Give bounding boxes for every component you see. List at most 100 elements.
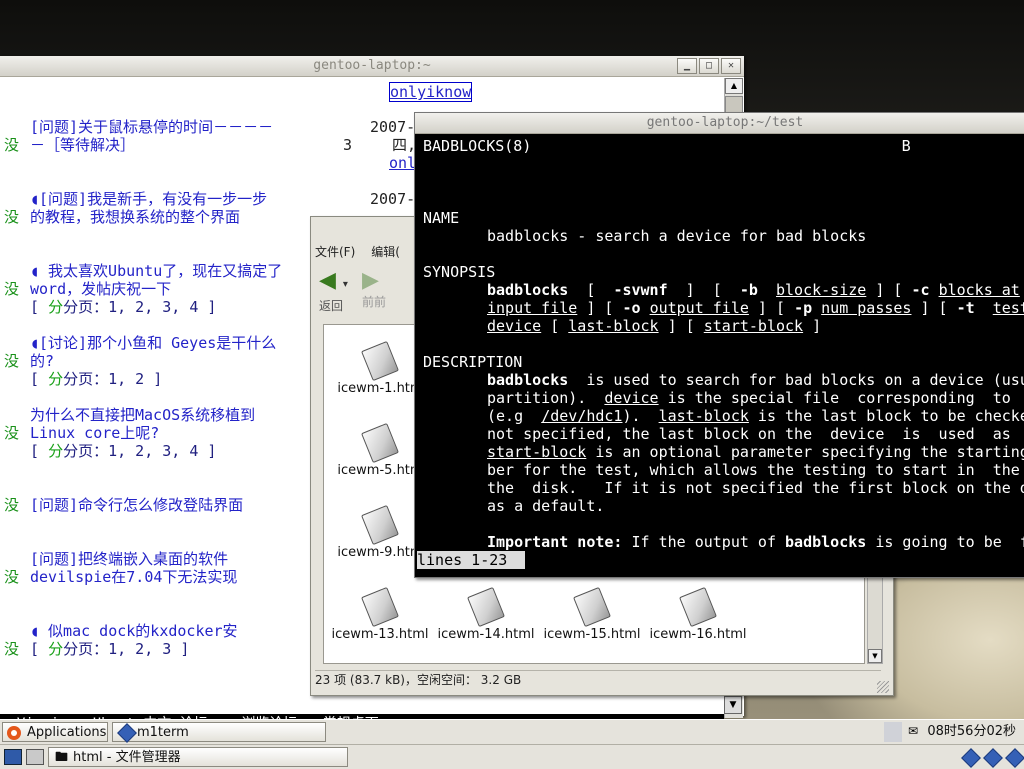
topic-title-line2[interactable]: Linux core上呢? (30, 424, 159, 442)
description-line: start-block is an optional parameter spe… (487, 443, 1024, 461)
menu-file[interactable]: 文件(F) (315, 243, 355, 261)
synopsis-line: device [ last-block ] [ start-block ] (487, 317, 822, 335)
w3m-window-title: gentoo-laptop:~ (313, 58, 431, 73)
topic-title-line2[interactable]: devilspie在7.04下无法实现 (30, 568, 237, 586)
taskbar-item-file-manager[interactable]: 🖿 html - 文件管理器 (48, 747, 348, 767)
show-desktop-icon[interactable] (4, 749, 22, 765)
terminal-app-icon (117, 723, 137, 743)
close-button[interactable]: ✕ (721, 58, 741, 74)
toolbar: ◀ ▾ 返回 ▶ 前前 (319, 269, 386, 314)
html-file-icon (361, 422, 399, 464)
terminal-titlebar[interactable]: gentoo-laptop:~/test (415, 113, 1024, 134)
file-name: icewm-14.html (437, 627, 535, 642)
file-name: icewm-1.htm (337, 381, 423, 396)
html-file-icon (467, 586, 505, 628)
workspace-switcher-icon[interactable] (26, 749, 44, 765)
tray-blank-icon (884, 722, 902, 742)
no-new-posts-marker: 没 (4, 568, 20, 586)
no-new-posts-marker: 没 (4, 424, 20, 442)
scroll-down-arrow-icon[interactable]: ▼ (868, 649, 882, 663)
back-button[interactable]: ◀ ▾ 返回 (319, 269, 348, 314)
description-line: ber for the test, which allows the testi… (487, 461, 1020, 479)
html-file-icon (361, 504, 399, 546)
menu-edit[interactable]: 编辑( (371, 243, 400, 261)
no-new-posts-marker: 没 (4, 208, 20, 226)
forward-label: 前前 (361, 295, 386, 309)
description-line: the disk. If it is not specified the fir… (487, 479, 1024, 497)
file-manager-app-icon: 🖿 (55, 750, 69, 765)
file-item[interactable]: icewm-16.html (646, 586, 750, 642)
topic-title-line2[interactable]: word，发帖庆祝一下 (30, 280, 171, 298)
description-line: not specified, the last block on the dev… (487, 425, 1011, 443)
synopsis-line: input file ] [ -o output file ] [ -p num… (487, 299, 1024, 317)
forward-arrow-icon: ▶ (361, 268, 379, 293)
post-date: 2007- (370, 190, 416, 208)
description-line: as a default. (487, 497, 605, 515)
scroll-down-arrow-icon[interactable]: ▼ (724, 696, 742, 714)
topic-title-line1[interactable]: [问题]把终端嵌入桌面的软件 (30, 550, 228, 568)
forward-button[interactable]: ▶ 前前 (362, 269, 386, 314)
workspace-3-icon[interactable] (1005, 748, 1024, 768)
reply-count: 3 (343, 136, 353, 154)
menu-bar: 文件(F) 编辑( (315, 243, 400, 261)
no-new-posts-marker: 没 (4, 136, 20, 154)
terminal-window-title: gentoo-laptop:~/test (646, 115, 804, 130)
no-new-posts-marker: 没 (4, 352, 20, 370)
html-file-icon (679, 586, 717, 628)
topic-title-line1[interactable]: 为什么不直接把MacOS系统移植到 (30, 406, 255, 424)
back-arrow-icon: ◀ ▾ (319, 268, 348, 293)
no-new-posts-marker: 没 (4, 496, 20, 514)
pager-status: lines 1-23 (417, 551, 526, 569)
topic-title-line1[interactable]: ◖ 似mac dock的kxdocker安 (30, 622, 238, 640)
topic-title-line1[interactable]: ◖[问题]我是新手，有没有一步一步 (30, 190, 267, 208)
description-line: badblocks is used to search for bad bloc… (487, 371, 1024, 389)
html-file-icon (573, 586, 611, 628)
topic-title-line1[interactable]: [问题]命令行怎么修改登陆界面 (30, 496, 243, 514)
no-new-posts-marker: 没 (4, 280, 20, 298)
file-name: icewm-15.html (543, 627, 641, 642)
workspace-1-icon[interactable] (961, 748, 981, 768)
file-item[interactable]: icewm-14.html (434, 586, 538, 642)
topic-title-line2[interactable]: －［等待解决］ (30, 136, 135, 154)
pagination: [ 分分页：1, 2, 3 ] (30, 640, 190, 658)
taskbar-top: Applications m1term ✉ 08时56分02秒 (0, 719, 1024, 744)
minimize-button[interactable]: ▁ (677, 58, 697, 74)
scroll-up-arrow-icon[interactable]: ▲ (725, 78, 743, 94)
mail-icon[interactable]: ✉ (908, 724, 918, 738)
back-label: 返回 (319, 299, 344, 313)
pagination: [ 分分页：1, 2, 3, 4 ] (30, 442, 217, 460)
pagination: [ 分分页：1, 2 ] (30, 370, 163, 388)
file-name: icewm-16.html (649, 627, 747, 642)
w3m-titlebar[interactable]: gentoo-laptop:~ ▁ □ ✕ (0, 56, 744, 77)
user-link[interactable]: onlyiknow (389, 82, 473, 102)
file-item[interactable]: icewm-15.html (540, 586, 644, 642)
status-bar: 23 项 (83.7 kB)，空闲空间： 3.2 GB (315, 670, 881, 689)
synopsis-line: badblocks [ -svwnf ] [ -b block-size ] [… (487, 281, 1020, 299)
no-new-posts-marker: 没 (4, 640, 20, 658)
terminal-window[interactable]: gentoo-laptop:~/test BADBLOCKS(8) B NAME… (414, 112, 1024, 578)
file-item[interactable]: icewm-13.html (328, 586, 432, 642)
topic-title-line1[interactable]: [问题]关于鼠标悬停的时间－－－－ (30, 118, 273, 136)
section-synopsis-heading: SYNOPSIS (423, 263, 496, 281)
section-name-heading: NAME (423, 209, 460, 227)
last-poster-link[interactable]: onl (389, 154, 416, 172)
topic-title-line1[interactable]: ◖ 我太喜欢Ubuntu了，现在又搞定了 (30, 262, 282, 280)
man-header: BADBLOCKS(8) B (423, 137, 911, 155)
maximize-button[interactable]: □ (699, 58, 719, 74)
post-weekday: 四, (392, 136, 417, 154)
resize-grip-icon[interactable] (877, 681, 889, 693)
description-line: (e.g /dev/hdc1). last-block is the last … (487, 407, 1024, 425)
topic-title-line2[interactable]: 的教程，我想换系统的整个界面 (30, 208, 240, 226)
clock[interactable]: 08时56分02秒 (927, 722, 1016, 742)
taskbar-item-m1term[interactable]: m1term (112, 722, 326, 743)
man-page-content: BADBLOCKS(8) B NAME badblocks - search a… (417, 137, 1024, 577)
topic-title-line1[interactable]: ◖[讨论]那个小鱼和 Geyes是干什么 (30, 334, 276, 352)
ubuntu-logo-icon (7, 726, 21, 740)
workspace-2-icon[interactable] (983, 748, 1003, 768)
name-description: badblocks - search a device for bad bloc… (487, 227, 867, 245)
post-date: 2007- (370, 118, 416, 136)
applications-menu-button[interactable]: Applications (2, 722, 108, 742)
topic-title-line2[interactable]: 的? (30, 352, 54, 370)
status-text: 23 项 (83.7 kB)，空闲空间： 3.2 GB (315, 673, 522, 687)
taskbar-bottom: 🖿 html - 文件管理器 (0, 744, 1024, 769)
